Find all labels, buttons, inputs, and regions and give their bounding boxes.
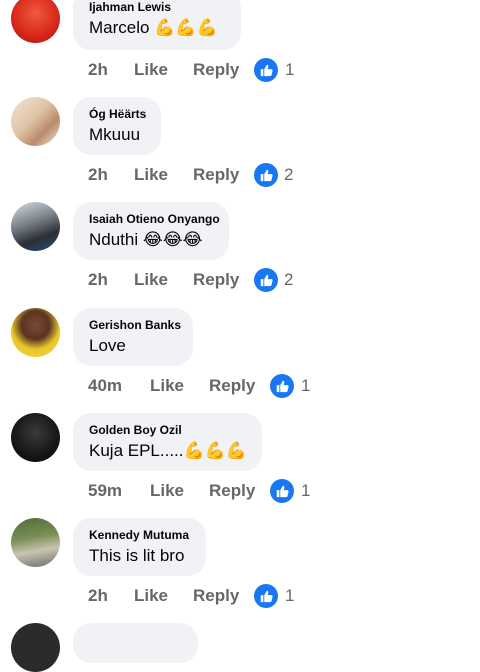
- comment-bubble[interactable]: [73, 623, 198, 663]
- like-link[interactable]: Like: [134, 584, 168, 608]
- comment-author[interactable]: Kennedy Mutuma: [89, 528, 190, 542]
- comment-author[interactable]: Gerishon Banks: [89, 318, 181, 332]
- reaction-count[interactable]: 1: [285, 584, 294, 608]
- comment-item: Óg Hëärts Mkuuu 2h Like Reply 2: [0, 72, 480, 187]
- comment-bubble[interactable]: Ijahman Lewis Marcelo 💪💪💪: [73, 0, 241, 50]
- avatar[interactable]: [11, 413, 60, 462]
- comment-item: Ijahman Lewis Marcelo 💪💪💪 2h Like Reply …: [0, 0, 480, 82]
- comment-text: This is lit bro: [89, 546, 185, 565]
- avatar[interactable]: [11, 202, 60, 251]
- avatar[interactable]: [11, 518, 60, 567]
- avatar[interactable]: [11, 623, 60, 672]
- comment-text: Mkuuu: [89, 125, 141, 144]
- comment-text: Kuja EPL.....💪💪💪: [89, 441, 247, 460]
- avatar[interactable]: [11, 97, 60, 146]
- comment-author[interactable]: Óg Hëärts: [89, 107, 146, 121]
- thumbs-up-icon: [254, 584, 278, 608]
- comment-bubble[interactable]: Golden Boy Ozil Kuja EPL.....💪💪💪: [73, 413, 262, 471]
- comment-time: 2h: [88, 586, 108, 605]
- comment-bubble[interactable]: Kennedy Mutuma This is lit bro: [73, 518, 206, 576]
- comment-item: Gerishon Banks Love 40m Like Reply 1: [0, 282, 480, 398]
- reply-link[interactable]: Reply: [193, 584, 239, 608]
- comment-actions: 2h Like Reply 1: [88, 584, 388, 608]
- avatar[interactable]: [11, 308, 60, 357]
- comment-item: Golden Boy Ozil Kuja EPL.....💪💪💪 59m Lik…: [0, 387, 480, 503]
- comment-author[interactable]: Golden Boy Ozil: [89, 423, 246, 437]
- comment-bubble[interactable]: Óg Hëärts Mkuuu: [73, 97, 161, 155]
- comment-text: Love: [89, 336, 126, 355]
- comment-bubble[interactable]: Isaiah Otieno Onyango Nduthi 😂😂😂: [73, 202, 229, 260]
- comment-item: Isaiah Otieno Onyango Nduthi 😂😂😂 2h Like…: [0, 177, 480, 292]
- comment-text: Marcelo 💪💪💪: [89, 18, 218, 37]
- comment-author[interactable]: Isaiah Otieno Onyango: [89, 212, 220, 226]
- comment-author[interactable]: Ijahman Lewis: [89, 0, 225, 14]
- comment-item: Kennedy Mutuma This is lit bro 2h Like R…: [0, 492, 480, 608]
- avatar[interactable]: [11, 0, 60, 43]
- comment-text: Nduthi 😂😂😂: [89, 230, 203, 249]
- comment-bubble[interactable]: Gerishon Banks Love: [73, 308, 193, 366]
